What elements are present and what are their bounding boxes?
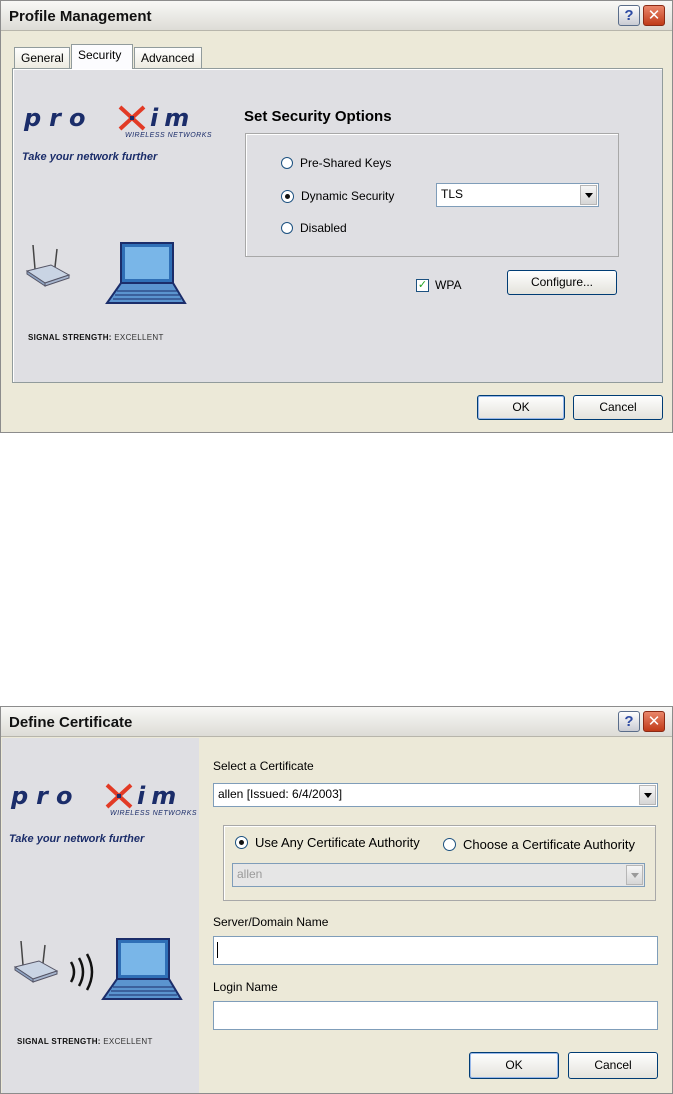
help-icon[interactable]: ? [618, 711, 640, 732]
text-caret [217, 942, 218, 958]
signal-value: EXCELLENT [114, 333, 164, 342]
radio-label: Pre-Shared Keys [300, 156, 392, 170]
tab-label: Security [78, 48, 122, 62]
proxim-logo: pro im WIRELESS NETWORKS [9, 777, 199, 817]
login-name-input[interactable] [213, 1001, 658, 1030]
cancel-button[interactable]: Cancel [568, 1052, 658, 1079]
access-point-icon [25, 244, 71, 287]
certificate-select[interactable]: allen [Issued: 6/4/2003] [213, 783, 658, 807]
window-title: Define Certificate [9, 714, 133, 731]
cancel-button[interactable]: Cancel [573, 395, 663, 420]
logo-subtitle: WIRELESS NETWORKS [110, 810, 198, 817]
tab-general[interactable]: General [14, 47, 70, 69]
close-icon[interactable]: ✕ [643, 5, 665, 26]
svg-text:im: im [150, 104, 195, 132]
configure-button[interactable]: Configure... [507, 270, 617, 295]
define-certificate-window: Define Certificate ? ✕ pro im WIRELESS N… [0, 706, 673, 1094]
tagline: Take your network further [22, 151, 158, 163]
radio-label: Use Any Certificate Authority [255, 835, 420, 850]
security-tab-panel: pro im WIRELESS NETWORKS Take your netwo… [12, 68, 663, 383]
wpa-checkbox[interactable]: ✓ WPA [416, 278, 461, 292]
radio-choose-ca[interactable]: Choose a Certificate Authority [443, 837, 635, 852]
laptop-icon [101, 938, 183, 1000]
logo-subtitle: WIRELESS NETWORKS [125, 132, 213, 139]
proxim-logo: pro im WIRELESS NETWORKS [22, 99, 222, 139]
server-domain-input[interactable] [213, 936, 658, 965]
close-icon[interactable]: ✕ [643, 711, 665, 732]
signal-strength: SIGNAL STRENGTH: EXCELLENT [17, 1037, 153, 1046]
radio-dynamic-security[interactable]: Dynamic Security [281, 189, 394, 203]
signal-waves-icon [69, 953, 94, 991]
tab-advanced[interactable]: Advanced [134, 47, 202, 69]
access-point-icon [13, 940, 59, 983]
checkbox-label: WPA [435, 278, 462, 292]
dynamic-security-type-select[interactable]: TLS [436, 183, 599, 207]
profile-management-window: Profile Management ? ✕ General Security … [0, 0, 673, 433]
tab-label: Advanced [141, 51, 195, 65]
radio-label: Dynamic Security [301, 189, 395, 203]
svg-text:pro: pro [10, 782, 81, 810]
login-name-label: Login Name [213, 980, 278, 994]
tab-security[interactable]: Security [71, 44, 133, 69]
laptop-icon [105, 242, 187, 304]
radio-use-any-ca[interactable]: Use Any Certificate Authority [235, 835, 420, 850]
server-domain-label: Server/Domain Name [213, 915, 329, 929]
section-title: Set Security Options [244, 108, 392, 125]
chevron-down-icon [626, 865, 643, 885]
signal-strength: SIGNAL STRENGTH: EXCELLENT [28, 333, 164, 342]
signal-label: SIGNAL STRENGTH: [28, 333, 112, 342]
ok-button[interactable]: OK [477, 395, 565, 420]
radio-button[interactable] [281, 189, 294, 203]
svg-text:pro: pro [23, 104, 94, 132]
tab-label: General [21, 51, 64, 65]
radio-button[interactable] [281, 157, 293, 169]
radio-label: Disabled [300, 221, 347, 235]
radio-button[interactable] [281, 222, 293, 234]
help-icon[interactable]: ? [618, 5, 640, 26]
title-bar[interactable]: Profile Management ? ✕ [1, 1, 672, 31]
select-value: allen [237, 867, 263, 881]
select-certificate-label: Select a Certificate [213, 759, 314, 773]
signal-label: SIGNAL STRENGTH: [17, 1037, 101, 1046]
select-value: TLS [441, 187, 464, 201]
certificate-authority-select: allen [232, 863, 645, 887]
radio-label: Choose a Certificate Authority [463, 837, 635, 852]
radio-disabled[interactable]: Disabled [281, 221, 347, 235]
radio-button[interactable] [235, 836, 248, 849]
tagline: Take your network further [9, 833, 145, 845]
chevron-down-icon[interactable] [639, 785, 656, 805]
select-value: allen [Issued: 6/4/2003] [218, 787, 343, 801]
ok-button[interactable]: OK [469, 1052, 559, 1079]
chevron-down-icon[interactable] [580, 185, 597, 205]
radio-pre-shared-keys[interactable]: Pre-Shared Keys [281, 156, 391, 170]
window-title: Profile Management [9, 8, 152, 25]
radio-button[interactable] [443, 838, 456, 851]
title-bar[interactable]: Define Certificate ? ✕ [1, 707, 672, 737]
checkbox[interactable]: ✓ [416, 278, 429, 292]
signal-value: EXCELLENT [103, 1037, 153, 1046]
svg-text:im: im [137, 782, 182, 810]
